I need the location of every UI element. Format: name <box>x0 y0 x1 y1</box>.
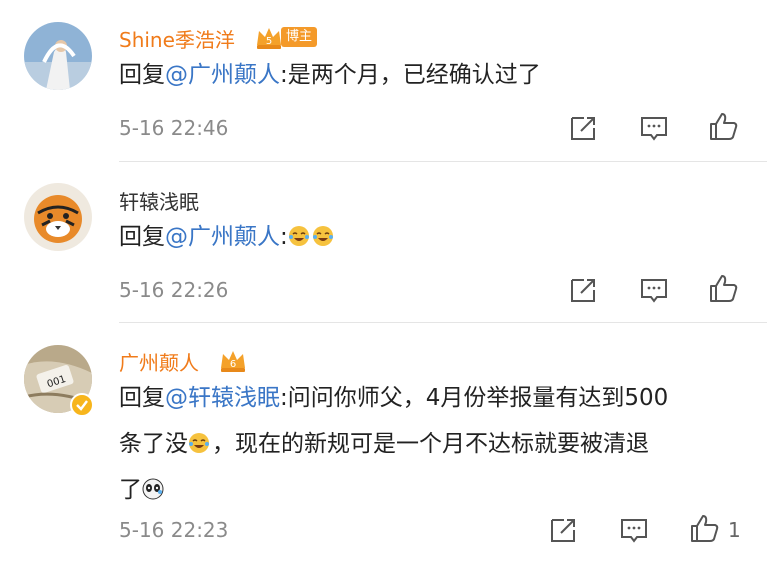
comment-icon[interactable] <box>638 113 670 143</box>
mention-link[interactable]: @轩辕浅眠 <box>165 385 280 411</box>
comment-body-line3: 了 <box>119 477 142 503</box>
panda-emoji <box>142 470 164 500</box>
like-icon[interactable] <box>707 273 739 303</box>
comment-text: 回复@广州颠人: <box>119 214 749 260</box>
avatar[interactable] <box>24 22 92 90</box>
like-icon[interactable] <box>688 513 720 543</box>
timestamp: 5-16 22:23 <box>119 518 229 542</box>
username[interactable]: 轩辕浅眠 <box>119 186 199 215</box>
timestamp: 5-16 22:26 <box>119 278 229 302</box>
comment-text: 回复@广州颠人:是两个月，已经确认过了 <box>119 52 749 98</box>
crown-icon: 5 <box>254 25 284 55</box>
comment-body-line2: 条了没 <box>119 431 188 457</box>
reply-prefix: 回复 <box>119 62 165 88</box>
like-icon[interactable] <box>707 111 739 141</box>
divider <box>119 322 767 323</box>
laugh-cry-emoji <box>288 217 310 246</box>
laugh-cry-emoji <box>312 217 334 246</box>
crown-icon: 6 <box>218 348 248 378</box>
laugh-cry-emoji <box>188 424 210 453</box>
verified-badge-icon <box>70 393 94 417</box>
username[interactable]: 广州颠人 <box>119 347 199 376</box>
comment-text: 回复@轩辕浅眠:问问你师父，4月份举报量有达到500 条了没 ，现在的新规可是一个月… <box>119 375 749 513</box>
mention-link[interactable]: @广州颠人 <box>165 224 280 250</box>
comment-body: : <box>280 224 288 250</box>
timestamp: 5-16 22:46 <box>119 116 229 140</box>
mention-link[interactable]: @广州颠人 <box>165 62 280 88</box>
divider <box>119 161 767 162</box>
comment-icon[interactable] <box>638 275 670 305</box>
username[interactable]: Shine季浩洋 <box>119 24 235 53</box>
comment-body-line1: :问问你师父，4月份举报量有达到500 <box>280 385 669 411</box>
reply-prefix: 回复 <box>119 385 165 411</box>
reply-prefix: 回复 <box>119 224 165 250</box>
comment-body: :是两个月，已经确认过了 <box>280 62 541 88</box>
comment-body-line2b: ，现在的新规可是一个月不达标就要被清退 <box>212 431 649 457</box>
svg-text:6: 6 <box>230 359 236 370</box>
like-count: 1 <box>728 518 741 542</box>
share-icon[interactable] <box>568 113 600 143</box>
share-icon[interactable] <box>568 275 600 305</box>
share-icon[interactable] <box>548 515 580 545</box>
svg-text:5: 5 <box>266 36 272 47</box>
comment-icon[interactable] <box>618 515 650 545</box>
blogger-badge: 博主 <box>281 27 318 47</box>
avatar[interactable] <box>24 183 92 251</box>
